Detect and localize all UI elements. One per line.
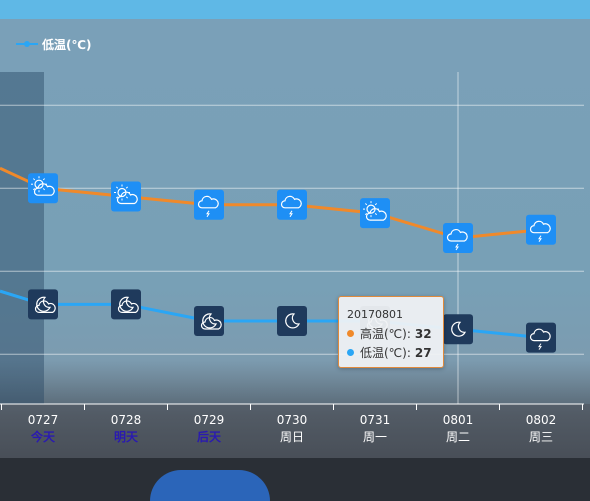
tooltip-date: 20170801: [347, 308, 403, 321]
x-axis-label: 0802 周三: [511, 412, 571, 446]
x-axis-date: 0801: [442, 413, 474, 427]
tooltip-low-name: 低温(℃): [360, 346, 407, 360]
x-axis-weekday: 周一: [362, 430, 387, 444]
x-axis-label: 0731 周一: [345, 412, 405, 446]
x-axis-weekday: 周日: [279, 430, 304, 444]
clear-night-icon: [277, 306, 307, 336]
partly-cloudy-sun-icon: [360, 198, 390, 229]
thunderstorm-icon: [194, 189, 224, 220]
cloudy-night-icon: [194, 306, 224, 336]
x-axis-label: 0728 明天: [96, 412, 156, 446]
thunderstorm-night-icon: [526, 322, 556, 353]
low-series-dot-icon: [347, 349, 354, 356]
tooltip-row-high: 高温(℃) : 32: [347, 325, 432, 342]
thunderstorm-icon: [526, 214, 556, 245]
x-axis-date: 0729: [193, 413, 225, 427]
tooltip-separator: :: [406, 345, 411, 360]
high-series-dot-icon: [347, 330, 354, 337]
x-axis-weekday: 周三: [528, 430, 553, 444]
cloudy-night-icon: [28, 289, 58, 320]
x-axis-date: 0730: [276, 413, 308, 427]
partly-cloudy-sun-icon: [28, 173, 58, 204]
x-axis-date: 0731: [359, 413, 391, 427]
x-axis-weekday: 周二: [445, 430, 470, 444]
x-axis-label: 0730 周日: [262, 412, 322, 446]
x-axis-label: 0727 今天: [13, 412, 73, 446]
thunderstorm-icon: [277, 189, 307, 220]
clear-night-icon: [443, 314, 473, 345]
tooltip-high-value: 32: [414, 326, 432, 341]
x-axis-label: 0729 后天: [179, 412, 239, 446]
tooltip-separator: :: [406, 326, 411, 341]
x-axis-date: 0727: [27, 413, 59, 427]
x-axis-date: 0728: [110, 413, 142, 427]
tooltip-high-name: 高温(℃): [360, 327, 407, 341]
chart-tooltip: 20170801 高温(℃) : 32 低温(℃) : 27: [338, 296, 444, 368]
thunderstorm-icon: [443, 223, 473, 253]
x-axis-label: 0801 周二: [428, 412, 488, 446]
x-axis-weekday: 今天: [30, 430, 55, 444]
cloudy-night-icon: [111, 289, 141, 320]
x-axis-weekday: 后天: [196, 430, 221, 444]
x-axis-date: 0802: [525, 413, 557, 427]
x-axis-weekday: 明天: [113, 430, 138, 444]
tooltip-row-low: 低温(℃) : 27: [347, 344, 432, 361]
partly-cloudy-sun-icon: [111, 181, 141, 212]
tooltip-low-value: 27: [414, 345, 432, 360]
